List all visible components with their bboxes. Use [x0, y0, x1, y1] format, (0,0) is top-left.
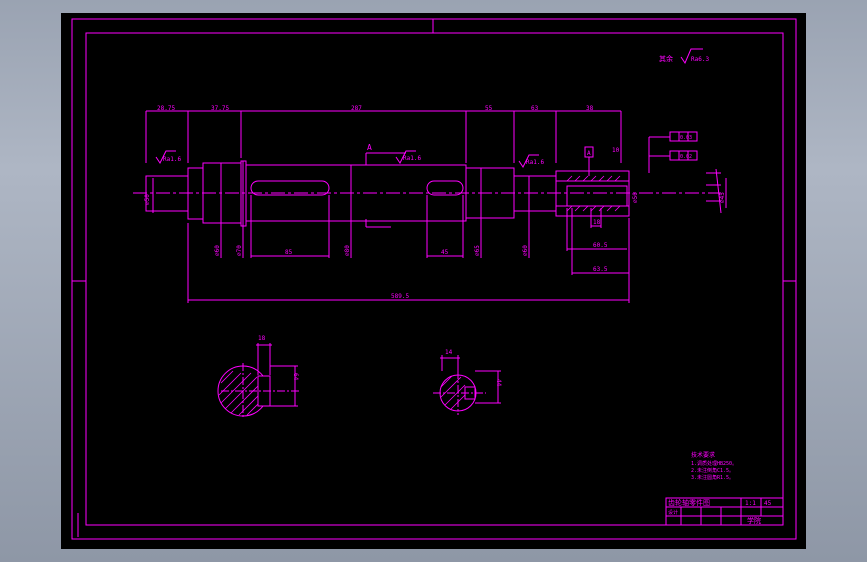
- top-dim-5: 63: [531, 105, 539, 112]
- right-dim-3: 18: [593, 219, 601, 226]
- key-width-1: 85: [285, 249, 293, 256]
- outer-frame: [71, 18, 797, 540]
- roughness-mark-2: Ra1.6: [403, 155, 421, 162]
- top-dim-1: 28.75: [157, 105, 175, 112]
- title-block-designer: 设计: [668, 509, 678, 516]
- tol-frame-2: 0.02: [680, 154, 692, 160]
- note-2: 2.未注倒角C1.5。: [691, 467, 734, 474]
- diameter-leaders: [152, 161, 727, 258]
- surface-roughness: Ra6.3: [691, 56, 709, 63]
- surface-label: 其余: [659, 54, 673, 63]
- right-dim-4: 10: [612, 147, 620, 154]
- note-3: 3.未注圆角R1.5。: [691, 474, 734, 481]
- cad-viewport[interactable]: 其余 Ra6.3 Ra1.6 Ra1.6 Ra1.6 A A 28.75 37.…: [61, 13, 806, 549]
- diameter-6: ⌀60: [522, 245, 529, 256]
- section-view-1: [217, 343, 301, 419]
- key-width-2: 45: [441, 249, 449, 256]
- inner-frame: [85, 32, 784, 526]
- title-block-scale: 1:1: [745, 500, 756, 507]
- diameter-2: ⌀60: [214, 245, 221, 256]
- drawing-canvas: 其余 Ra6.3 Ra1.6 Ra1.6 Ra1.6 A A 28.75 37.…: [71, 18, 797, 540]
- title-block-title: 齿轮轴零件图: [668, 498, 710, 507]
- notes-title: 技术要求: [691, 451, 715, 459]
- section-letter: A: [367, 143, 372, 152]
- diameter-3: ⌀70: [236, 245, 243, 256]
- roughness-mark-3: Ra1.6: [526, 159, 544, 166]
- tol-frame-1: 0.03: [680, 135, 692, 141]
- section-view-2: [433, 355, 501, 415]
- title-block-material: 45: [764, 500, 772, 507]
- total-length: 589.5: [391, 293, 409, 300]
- diameter-1: ⌀50: [144, 194, 151, 205]
- diameter-4: ⌀80: [344, 245, 351, 256]
- right-dim-2: 63.5: [593, 266, 608, 273]
- roughness-mark-1: Ra1.6: [163, 156, 181, 163]
- top-dim-2: 37.75: [211, 105, 229, 112]
- section-2-width: 14: [445, 349, 453, 356]
- top-dim-6: 38: [586, 105, 594, 112]
- section-2-depth: 44: [495, 379, 502, 387]
- note-1: 1.调质处理HB250。: [691, 460, 737, 467]
- section-1-width: 18: [258, 335, 266, 342]
- top-dim-3: 287: [351, 105, 362, 112]
- diameter-5: ⌀65: [474, 245, 481, 256]
- right-dim-5: ⌀45: [719, 192, 726, 203]
- datum-label: A: [587, 150, 591, 157]
- title-block-org: 学院: [747, 516, 761, 525]
- section-1-depth: 64: [292, 373, 299, 381]
- bottom-dim-lines: [187, 195, 630, 303]
- diameter-7: ⌀50: [632, 192, 639, 203]
- right-dim-1: 60.5: [593, 242, 608, 249]
- top-dim-4: 55: [485, 105, 493, 112]
- top-dim-lines: [145, 110, 622, 163]
